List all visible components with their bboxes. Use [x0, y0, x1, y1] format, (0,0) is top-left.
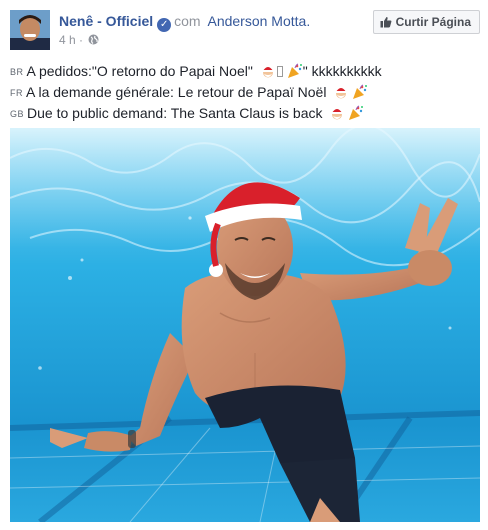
meta-separator: · — [79, 33, 84, 47]
post-text-line-gb: GB Due to public demand: The Santa Claus … — [10, 103, 480, 124]
santa-emoji — [260, 63, 276, 79]
post-text: BR A pedidos:"O retorno do Papai Noel" " … — [10, 61, 480, 124]
tagged-person-link[interactable]: Anderson Motta. — [207, 13, 310, 29]
post-meta: 4 h · — [59, 33, 99, 47]
author-name-link[interactable]: Nenê - Officiel — [59, 13, 153, 29]
verified-badge-icon: ✓ — [157, 18, 172, 32]
party-popper-emoji — [287, 63, 303, 79]
globe-icon[interactable] — [88, 34, 99, 45]
language-flag-br: BR — [10, 67, 24, 77]
post-title-line: Nenê - Officiel ✓ com Anderson Motta. — [59, 12, 310, 32]
author-avatar[interactable] — [10, 10, 50, 50]
post-header: Nenê - Officiel ✓ com Anderson Motta. 4 h … — [10, 8, 480, 52]
post-text-gb: Due to public demand: The Santa Claus is… — [27, 105, 327, 121]
language-flag-gb: GB — [10, 109, 25, 119]
party-popper-emoji — [352, 84, 368, 100]
post-text-line-br: BR A pedidos:"O retorno do Papai Noel" " … — [10, 61, 480, 82]
language-flag-fr: FR — [10, 88, 23, 98]
missing-glyph-box — [276, 66, 283, 77]
post-timestamp-link[interactable]: 4 h — [59, 33, 76, 47]
santa-emoji — [333, 84, 349, 100]
santa-emoji — [329, 105, 345, 121]
post-text-br-before: A pedidos:"O retorno do Papai Noel" — [26, 63, 257, 79]
post-text-br-after: " kkkkkkkkkk — [302, 63, 382, 79]
with-label: com — [174, 13, 201, 29]
facebook-post: Nenê - Officiel ✓ com Anderson Motta. 4 h … — [0, 0, 488, 530]
post-text-line-fr: FR A la demande générale: Le retour de Pa… — [10, 82, 480, 103]
party-popper-emoji — [348, 105, 364, 121]
underwater-photo-illustration — [10, 128, 480, 522]
like-page-label: Curtir Página — [395, 15, 471, 29]
like-page-button[interactable]: Curtir Página — [372, 10, 480, 34]
thumbs-up-icon — [380, 13, 392, 28]
post-text-fr: A la demande générale: Le retour de Papa… — [26, 84, 331, 100]
post-photo[interactable] — [10, 128, 480, 522]
